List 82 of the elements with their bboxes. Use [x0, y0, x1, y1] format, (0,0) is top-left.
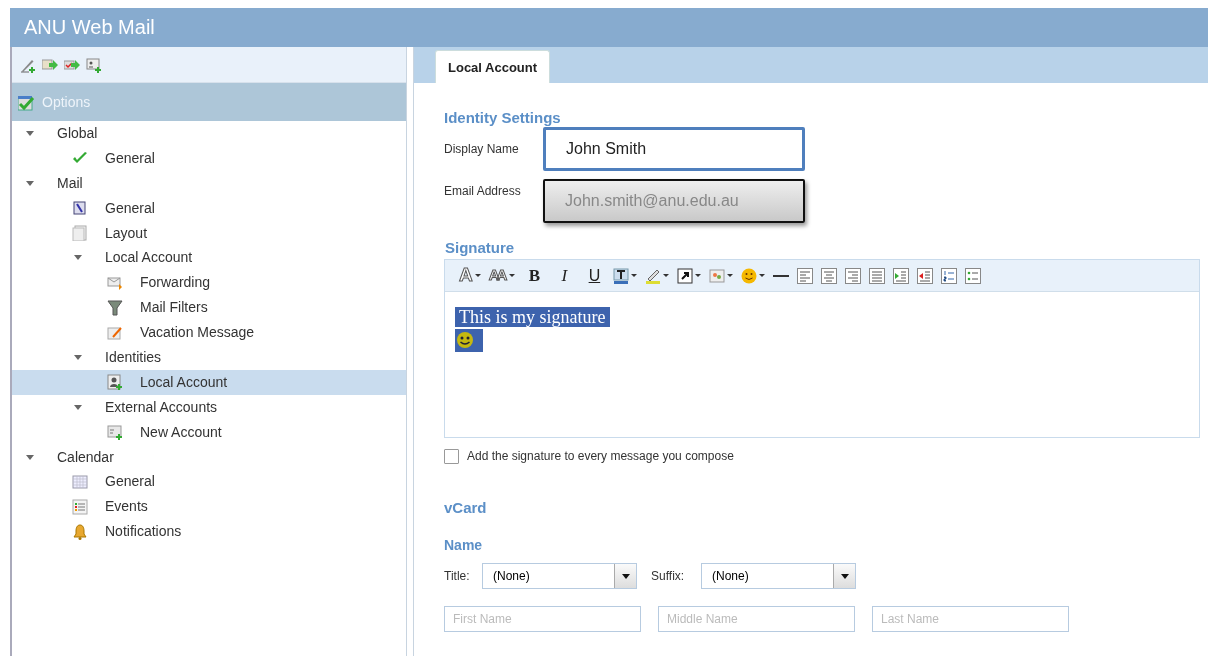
wand-icon	[72, 200, 88, 217]
section-heading: Signature	[445, 238, 516, 258]
tree-item[interactable]: New Account	[12, 419, 406, 445]
event-list-icon	[72, 498, 88, 515]
bell-icon	[72, 523, 88, 540]
tree-item[interactable]: Mail	[12, 170, 406, 196]
align-center-icon	[821, 267, 838, 284]
dropdown-caret-icon	[840, 573, 849, 579]
align-right-icon	[845, 267, 862, 284]
window-title: ANU Web Mail	[10, 8, 1208, 47]
expand-caret-icon	[26, 130, 34, 136]
caret-icon	[509, 274, 516, 277]
page-icon	[72, 225, 88, 241]
caret-icon	[727, 274, 734, 277]
numbered-list-icon	[941, 267, 958, 284]
tree-item[interactable]: Notifications	[12, 519, 406, 545]
calendar-icon	[72, 473, 88, 490]
caret-icon	[759, 274, 766, 277]
mail-forward-icon	[107, 274, 123, 291]
options-title: Options	[42, 92, 91, 112]
tree-item[interactable]: Global	[12, 121, 406, 146]
expand-caret-icon	[26, 180, 34, 186]
image-icon	[709, 267, 726, 284]
justify-icon	[869, 267, 886, 284]
signature-text: This is my signature	[455, 307, 610, 327]
dropdown[interactable]: (None)	[701, 563, 856, 589]
bullet-list-icon	[965, 267, 982, 284]
text-field[interactable]: Middle Name	[658, 606, 855, 632]
bold-button[interactable]: B	[521, 263, 548, 288]
section-heading: vCard	[444, 498, 488, 517]
tree-item[interactable]: Events	[12, 494, 406, 520]
section-heading: Name	[444, 536, 484, 555]
tree-item[interactable]: Layout	[12, 220, 406, 246]
italic-button[interactable]: I	[551, 263, 578, 288]
tree-item[interactable]: External Accounts	[12, 394, 406, 420]
checklist-icon	[18, 93, 36, 112]
section-heading: Identity Settings	[444, 109, 562, 127]
tab[interactable]: Local Account	[435, 49, 551, 83]
underline-button[interactable]: U	[581, 263, 608, 288]
select-label: Suffix:	[651, 568, 686, 585]
text-field[interactable]: John Smith	[543, 127, 805, 171]
import-arrow-icon	[42, 56, 58, 73]
text-color-icon	[613, 267, 630, 284]
tree-item[interactable]: Mail Filters	[12, 295, 406, 321]
checkbox[interactable]	[444, 448, 459, 464]
funnel-icon	[107, 299, 123, 316]
dropdown-caret-icon	[621, 573, 630, 579]
tree-item[interactable]: Calendar	[12, 444, 406, 470]
align-left-icon	[797, 267, 814, 284]
expand-caret-icon	[74, 354, 82, 360]
tree-item[interactable]: Local Account	[12, 245, 406, 271]
field-label: Display Name	[444, 141, 520, 158]
caret-icon	[631, 274, 638, 277]
tree-item[interactable]: Identities	[12, 345, 406, 370]
tree-item[interactable]: Forwarding	[12, 270, 406, 296]
horizontal-rule-icon	[773, 274, 790, 277]
expand-caret-icon	[74, 255, 82, 261]
tree-item[interactable]: General	[12, 469, 406, 495]
field-label: Email Address	[444, 183, 522, 200]
text-field[interactable]: First Name	[444, 606, 641, 632]
tree-item[interactable]: General	[12, 195, 406, 221]
select-label: Title:	[444, 568, 471, 585]
add-contact-icon	[86, 56, 102, 73]
indent-icon	[893, 267, 910, 284]
text-field[interactable]: Last Name	[872, 606, 1069, 632]
mail-edit-icon	[107, 324, 123, 341]
add-contact-icon	[107, 424, 123, 441]
tree-item[interactable]: General	[12, 145, 406, 171]
dropdown[interactable]: (None)	[482, 563, 637, 589]
user-add-icon	[107, 374, 123, 391]
highlighter-icon	[645, 267, 662, 284]
smiley-icon	[741, 267, 758, 284]
outdent-icon	[917, 267, 934, 284]
caret-icon	[695, 274, 702, 277]
checkbox-label: Add the signature to every message you compose	[467, 448, 734, 465]
tree-item[interactable]: Vacation Message	[12, 320, 406, 345]
caret-icon	[474, 274, 481, 277]
expand-caret-icon	[74, 404, 82, 410]
tree-item[interactable]: Local Account	[12, 369, 406, 395]
expand-caret-icon	[26, 454, 34, 460]
caret-icon	[663, 274, 670, 277]
smiley-icon	[455, 331, 475, 349]
